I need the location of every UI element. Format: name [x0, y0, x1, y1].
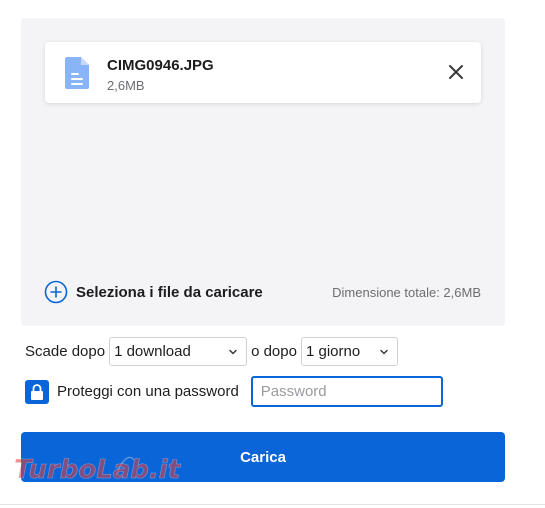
chevron-down-icon: [380, 349, 388, 354]
select-files-button[interactable]: Seleziona i file da caricare: [44, 279, 263, 305]
days-select-value: 1 giorno: [305, 343, 361, 360]
password-row: Proteggi con una password: [25, 375, 443, 408]
chevron-down-icon: [229, 349, 237, 354]
password-checkbox[interactable]: [25, 379, 49, 404]
password-input[interactable]: [250, 376, 443, 407]
expiry-prefix: Scade dopo: [25, 343, 106, 360]
select-files-label: Seleziona i file da caricare: [76, 283, 263, 301]
close-icon[interactable]: [445, 61, 467, 83]
total-size: Dimensione totale: 2,6MB: [332, 285, 481, 300]
upload-drop-area[interactable]: CIMG0946.JPG 2,6MB Seleziona i file da c…: [21, 18, 505, 326]
plus-circle-icon: [44, 280, 68, 304]
upload-button[interactable]: Carica: [21, 432, 505, 482]
document-icon: [65, 57, 89, 89]
downloads-select-value: 1 download: [114, 343, 191, 360]
expiry-middle: o dopo: [251, 343, 297, 360]
file-card: CIMG0946.JPG 2,6MB: [45, 42, 481, 103]
file-size: 2,6MB: [107, 78, 145, 93]
lock-icon: [31, 383, 43, 400]
bottom-divider: [0, 504, 545, 505]
password-label: Proteggi con una password: [57, 383, 239, 400]
days-select[interactable]: 1 giorno: [300, 337, 398, 366]
downloads-select[interactable]: 1 download: [109, 337, 248, 366]
expiry-row: Scade dopo 1 download o dopo 1 giorno: [25, 336, 398, 367]
file-name: CIMG0946.JPG: [107, 57, 214, 74]
